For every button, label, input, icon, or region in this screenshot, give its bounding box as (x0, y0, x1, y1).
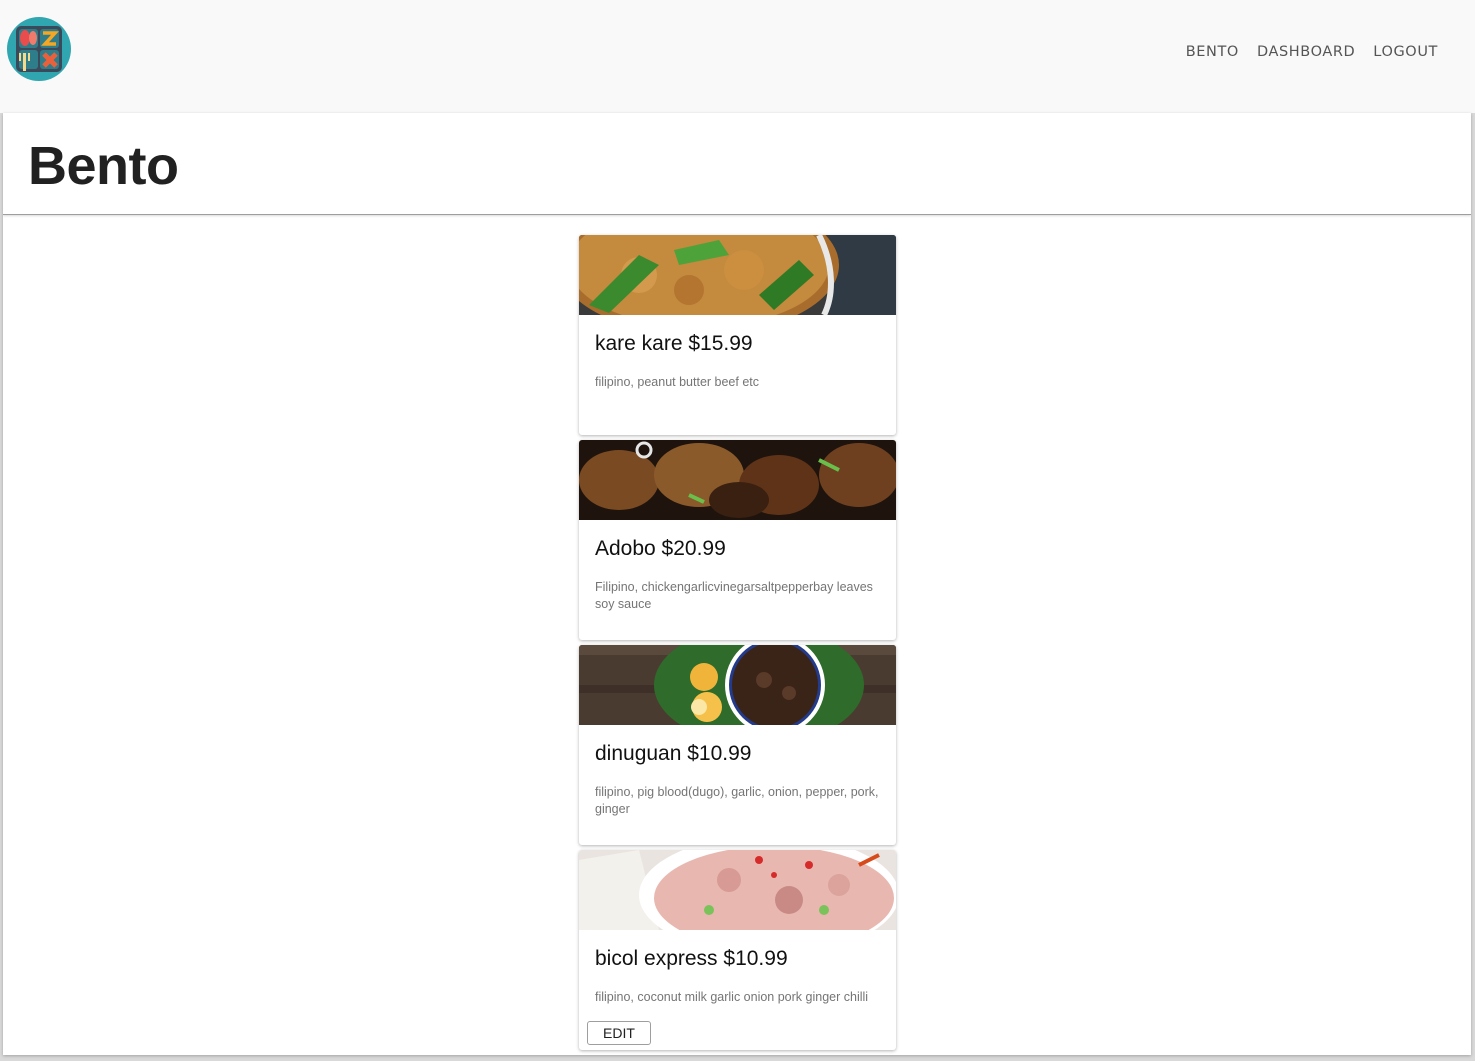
adobo-photo (579, 440, 896, 520)
dish-description: filipino, pig blood(dugo), garlic, onion… (595, 785, 879, 816)
dish-title: kare kare $15.99 (595, 332, 753, 355)
dish-card[interactable]: bicol express $10.99 filipino, coconut m… (579, 850, 896, 1050)
main-nav: BENTO DASHBOARD LOGOUT (1186, 44, 1438, 60)
bicol-express-photo (579, 850, 896, 930)
nav-link-bento[interactable]: BENTO (1186, 44, 1239, 60)
top-navbar: BENTO DASHBOARD LOGOUT (0, 0, 1475, 113)
dish-description: filipino, coconut milk garlic onion pork… (595, 990, 869, 1004)
dish-card[interactable]: dinuguan $10.99 filipino, pig blood(dugo… (579, 645, 896, 845)
nav-link-logout[interactable]: LOGOUT (1373, 44, 1438, 60)
page-title: Bento (28, 136, 179, 196)
bento-logo-icon[interactable] (7, 17, 71, 81)
dish-description: Filipino, chickengarlicvinegarsaltpepper… (595, 580, 873, 611)
nav-link-dashboard[interactable]: DASHBOARD (1257, 44, 1355, 60)
dish-title: bicol express $10.99 (595, 947, 788, 970)
edit-button[interactable]: EDIT (587, 1021, 651, 1045)
dinuguan-photo (579, 645, 896, 725)
dish-card-list: kare kare $15.99 filipino, peanut butter… (579, 235, 896, 1055)
dish-description: filipino, peanut butter beef etc (595, 375, 760, 389)
dish-title: dinuguan $10.99 (595, 742, 752, 765)
kare-kare-photo (579, 235, 896, 315)
dish-card[interactable]: Adobo $20.99 Filipino, chickengarlicvine… (579, 440, 896, 640)
dish-title: Adobo $20.99 (595, 537, 726, 560)
page-header: Bento (3, 113, 1471, 215)
dish-card[interactable]: kare kare $15.99 filipino, peanut butter… (579, 235, 896, 435)
content-panel: Bento kare kare $15.99 filipino, peanut … (3, 113, 1471, 1055)
